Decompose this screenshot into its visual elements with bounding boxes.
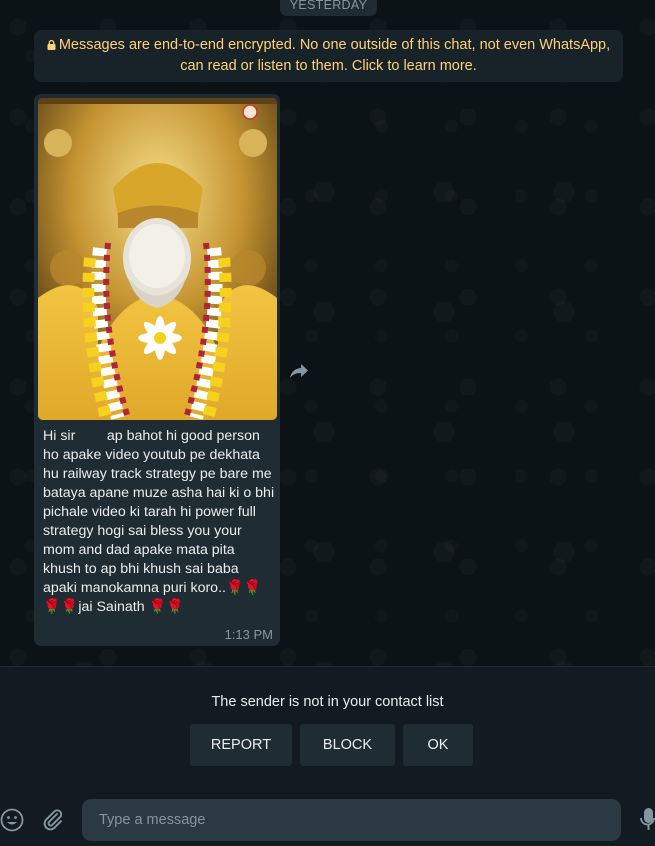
message-bubble[interactable]: Hi sir ap bahot hi good person ho apake … [34,94,280,646]
not-in-contacts-notice: The sender is not in your contact list [211,694,444,710]
lock-icon [47,40,56,50]
forward-arrow-icon [290,364,308,378]
encryption-notice[interactable]: Messages are end-to-end encrypted. No on… [34,30,623,82]
forward-button[interactable] [288,360,310,382]
unknown-contact-panel: The sender is not in your contact list R… [0,666,655,784]
report-button[interactable]: REPORT [190,724,292,766]
emoji-icon[interactable] [0,807,26,833]
microphone-icon[interactable] [640,807,655,833]
message-input[interactable] [82,799,621,841]
message-text: Hi sir ap bahot hi good person ho apake … [43,428,279,615]
chat-area: YESTERDAY Messages are end-to-end encryp… [0,0,655,666]
sai-baba-photo-icon [38,98,277,420]
block-button[interactable]: BLOCK [300,724,395,766]
encryption-notice-text: Messages are end-to-end encrypted. No on… [58,37,611,74]
paperclip-icon[interactable] [40,807,66,833]
message-time: 1:13 PM [224,627,273,642]
date-chip: YESTERDAY [280,0,377,16]
compose-bar [0,784,655,846]
ok-button[interactable]: OK [403,724,473,766]
message-image[interactable] [38,98,277,420]
